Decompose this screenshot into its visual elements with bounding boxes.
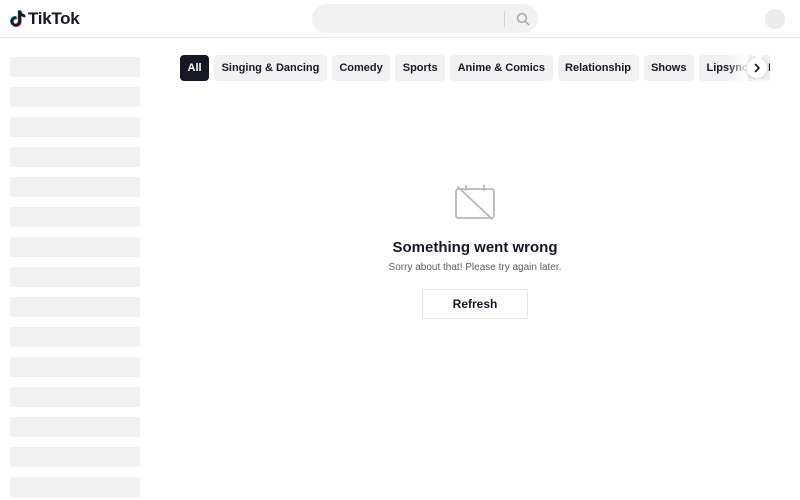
sidebar-skeleton-row [10,327,140,347]
sidebar-skeleton-row [10,417,140,437]
tab-shows[interactable]: Shows [643,55,694,81]
sidebar-skeleton-row [10,297,140,317]
tiktok-note-icon [10,10,26,27]
tab-comedy[interactable]: Comedy [331,55,391,81]
search-divider [504,11,505,27]
tab-all[interactable]: All [180,55,210,81]
tab-relationship[interactable]: Relationship [557,55,639,81]
avatar[interactable] [765,9,785,29]
tabs-fade [728,55,748,81]
sidebar-skeleton-row [10,477,140,497]
tiktok-logo[interactable]: TikTok [10,8,80,30]
error-title: Something went wrong [392,239,558,256]
search-input[interactable] [326,4,496,33]
search-bar[interactable] [312,4,538,33]
tab-singing-dancing[interactable]: Singing & Dancing [214,55,327,81]
sidebar-skeleton-row [10,387,140,407]
tabs-next-button[interactable] [747,58,767,78]
sidebar-skeleton-row [10,177,140,197]
sidebar-skeleton-row [10,267,140,287]
sidebar-skeleton-row [10,147,140,167]
sidebar-skeleton-row [10,207,140,227]
search-button[interactable] [508,4,538,33]
sidebar-skeleton [10,57,140,500]
search-icon [516,12,530,25]
refresh-button[interactable]: Refresh [422,289,528,319]
sidebar-skeleton-row [10,57,140,77]
broken-tv-icon [455,184,495,220]
sidebar-skeleton-row [10,357,140,377]
error-state: Something went wrong Sorry about that! P… [335,184,615,319]
sidebar-skeleton-row [10,237,140,257]
tab-sports[interactable]: Sports [395,55,446,81]
tab-anime-comics[interactable]: Anime & Comics [450,55,553,81]
sidebar-skeleton-row [10,447,140,467]
logo-text: TikTok [28,9,80,28]
error-subtitle: Sorry about that! Please try again later… [388,262,562,273]
chevron-right-icon [754,63,760,73]
sidebar-skeleton-row [10,87,140,107]
top-header: TikTok [0,0,800,38]
category-tabs: All Singing & Dancing Comedy Sports Anime & … [180,55,770,81]
sidebar-skeleton-row [10,117,140,137]
